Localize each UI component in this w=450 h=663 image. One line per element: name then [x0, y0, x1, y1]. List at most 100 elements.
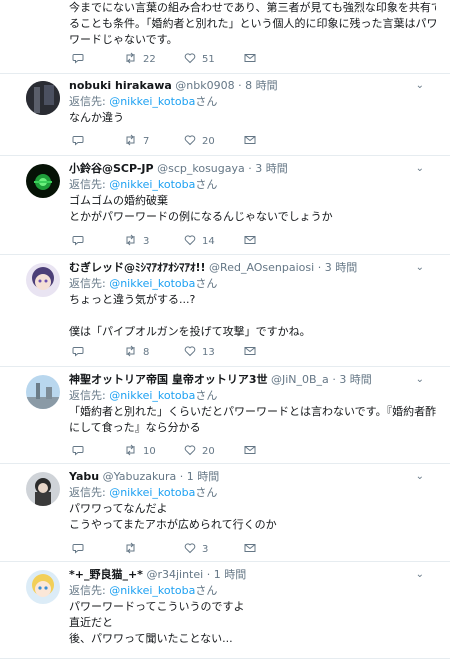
reply-button[interactable] — [72, 234, 84, 249]
chevron-down-icon[interactable]: ⌄ — [416, 567, 424, 583]
retweet-button[interactable]: 22 — [124, 52, 156, 67]
display-name[interactable]: むぎレッド@ﾐｼﾏｱｵｱｵｼﾏｱｵ!! — [69, 261, 206, 274]
timestamp[interactable]: 3 時間 — [255, 162, 288, 175]
envelope-icon — [244, 446, 256, 454]
like-button[interactable]: 3 — [184, 542, 208, 557]
reply-timeline: 今までにない言葉の組み合わせであり、第三者が見ても強烈な印象を共有でき ることも… — [0, 0, 450, 663]
user-handle[interactable]: @Yabuzakura — [103, 470, 177, 483]
mention-link[interactable]: @nikkei_kotoba — [109, 486, 195, 499]
tweet-header: むぎレッド@ﾐｼﾏｱｵｱｵｼﾏｱｵ!! @Red_AOsenpaiosi · 3… — [69, 260, 424, 276]
retweet-icon — [126, 542, 135, 554]
like-button[interactable]: 14 — [184, 234, 215, 249]
tweet-text: なんか違う — [69, 110, 436, 126]
chevron-down-icon[interactable]: ⌄ — [416, 78, 424, 94]
retweet-button[interactable]: 3 — [124, 234, 149, 249]
like-button[interactable]: 51 — [184, 52, 215, 67]
retweet-icon — [126, 444, 135, 456]
replying-to-suffix: さん — [195, 95, 218, 108]
tweet[interactable]: nobuki hirakawa @nbk0908 · 8 時間 ⌄ 返信先: @… — [0, 74, 450, 156]
separator-dot: · — [317, 261, 322, 274]
reply-button[interactable] — [72, 52, 84, 67]
tweet[interactable]: 小鈴谷@SCP-JP @scp_kosugaya · 3 時間 ⌄ 返信先: @… — [0, 156, 450, 255]
tweet-text-line: 僕は「パイプオルガンを投げて攻撃」ですかね。 — [69, 325, 311, 338]
user-handle[interactable]: @JiN_0B_a — [271, 373, 329, 386]
display-name[interactable]: Yabu — [69, 470, 99, 483]
display-name[interactable]: *+_野良猫_+* — [69, 568, 143, 581]
like-count: 51 — [202, 54, 215, 65]
envelope-icon — [244, 236, 256, 244]
dm-button[interactable] — [244, 134, 256, 149]
heart-icon — [184, 53, 196, 64]
like-count: 13 — [202, 347, 215, 358]
tweet[interactable]: 神聖オットリア帝国 皇帝オットリア3世 @JiN_0B_a · 3 時間 ⌄ 返… — [0, 367, 450, 464]
user-handle[interactable]: @nbk0908 — [175, 79, 234, 92]
separator-dot: · — [332, 373, 336, 386]
retweet-count: 10 — [143, 446, 156, 457]
dm-button[interactable] — [244, 52, 256, 67]
user-handle[interactable]: @r34jintei — [146, 568, 203, 581]
avatar[interactable] — [26, 375, 60, 409]
reply-button[interactable] — [72, 345, 84, 360]
tweet[interactable]: Yabu @Yabuzakura · 1 時間 ⌄ 返信先: @nikkei_k… — [0, 464, 450, 562]
timestamp[interactable]: 3 時間 — [339, 373, 372, 386]
mention-link[interactable]: @nikkei_kotoba — [109, 95, 195, 108]
mention-link[interactable]: @nikkei_kotoba — [109, 584, 195, 597]
replying-to-suffix: さん — [195, 178, 218, 191]
mention-link[interactable]: @nikkei_kotoba — [109, 277, 195, 290]
avatar[interactable] — [26, 472, 60, 506]
mention-link[interactable]: @nikkei_kotoba — [109, 178, 195, 191]
avatar[interactable] — [26, 81, 60, 115]
display-name[interactable]: nobuki hirakawa — [69, 79, 172, 92]
chevron-down-icon[interactable]: ⌄ — [416, 372, 424, 388]
tweet-text-line: 今までにない言葉の組み合わせであり、第三者が見ても強烈な印象を共有でき — [69, 1, 436, 14]
tweet-top[interactable]: 今までにない言葉の組み合わせであり、第三者が見ても強烈な印象を共有でき ることも… — [0, 0, 450, 74]
reply-button[interactable] — [72, 542, 84, 557]
tweet[interactable]: むぎレッド@ﾐｼﾏｱｵｱｵｼﾏｱｵ!! @Red_AOsenpaiosi · 3… — [0, 255, 450, 367]
tweet-header: 神聖オットリア帝国 皇帝オットリア3世 @JiN_0B_a · 3 時間 ⌄ — [69, 372, 424, 388]
timestamp[interactable]: 1 時間 — [214, 568, 247, 581]
replying-to-label: 返信先: — [69, 486, 110, 499]
chevron-down-icon[interactable]: ⌄ — [416, 161, 424, 177]
separator-dot: · — [238, 79, 242, 92]
tweet-text: 「婚約者と別れた」くらいだとパワーワードとは言わないです。『婚約者酢豚 にして食… — [69, 404, 436, 436]
tweet-text-line — [69, 308, 436, 324]
tweet-text-line: 「婚約者と別れた」くらいだとパワーワードとは言わないです。『婚約者酢豚 — [69, 405, 436, 418]
chevron-down-icon[interactable]: ⌄ — [416, 469, 424, 485]
timestamp[interactable]: 3 時間 — [325, 261, 358, 274]
user-handle[interactable]: @scp_kosugaya — [157, 162, 245, 175]
tweet-text-line: ワードじゃないです。 — [69, 33, 178, 46]
tweet-text: ゴムゴムの婚約破棄 とかがパワーワードの例になるんじゃないでしょうか — [69, 193, 436, 225]
retweet-button[interactable] — [124, 542, 143, 557]
dm-button[interactable] — [244, 542, 256, 557]
retweet-button[interactable]: 10 — [124, 444, 156, 459]
envelope-icon — [244, 54, 256, 62]
mention-link[interactable]: @nikkei_kotoba — [109, 389, 195, 402]
avatar[interactable] — [26, 263, 60, 297]
dm-button[interactable] — [244, 345, 256, 360]
tweet-header: nobuki hirakawa @nbk0908 · 8 時間 ⌄ — [69, 78, 424, 94]
timestamp[interactable]: 8 時間 — [245, 79, 278, 92]
dm-button[interactable] — [244, 234, 256, 249]
dm-button[interactable] — [244, 444, 256, 459]
display-name[interactable]: 神聖オットリア帝国 皇帝オットリア3世 — [69, 373, 267, 386]
user-handle[interactable]: @Red_AOsenpaiosi — [209, 261, 314, 274]
chevron-down-icon[interactable]: ⌄ — [416, 260, 424, 276]
like-button[interactable]: 13 — [184, 345, 215, 360]
retweet-icon — [126, 52, 135, 64]
retweet-button[interactable]: 8 — [124, 345, 149, 360]
retweet-button[interactable]: 7 — [124, 134, 149, 149]
reply-button[interactable] — [72, 134, 84, 149]
tweet-text-line: 後、パワワって聞いたことない... — [69, 632, 233, 645]
reply-button[interactable] — [72, 444, 84, 459]
retweet-count: 8 — [143, 347, 150, 358]
avatar[interactable] — [26, 164, 60, 198]
like-button[interactable]: 20 — [184, 444, 215, 459]
display-name[interactable]: 小鈴谷@SCP-JP — [69, 162, 154, 175]
tweet[interactable]: *+_野良猫_+* @r34jintei · 1 時間 ⌄ 返信先: @nikk… — [0, 562, 450, 663]
like-button[interactable]: 20 — [184, 134, 215, 149]
tweet-text: パワーワードってこういうのですよ 直近だと 後、パワワって聞いたことない... — [69, 599, 436, 647]
timestamp[interactable]: 1 時間 — [187, 470, 220, 483]
reply-icon — [72, 54, 84, 64]
replying-to: 返信先: @nikkei_kotobaさん — [69, 388, 217, 404]
avatar[interactable] — [26, 570, 60, 604]
